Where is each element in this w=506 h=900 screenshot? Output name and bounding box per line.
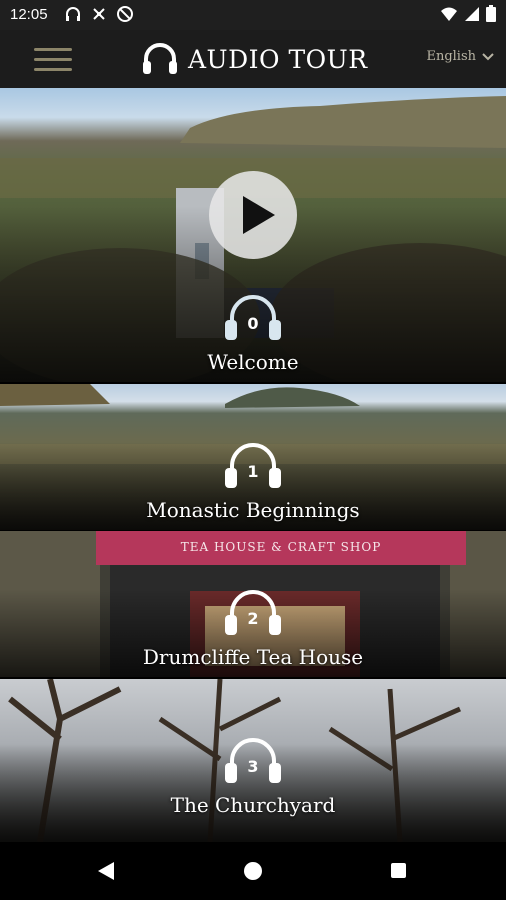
stop-title: The Churchyard xyxy=(170,793,336,817)
stop-title: Welcome xyxy=(207,350,299,374)
wifi-icon xyxy=(441,7,457,21)
tour-stop-0[interactable]: 0 Welcome xyxy=(0,88,506,382)
language-selector[interactable]: English xyxy=(426,49,494,64)
dnd-status-icon xyxy=(117,6,133,22)
stop-title: Monastic Beginnings xyxy=(146,498,360,522)
chevron-down-icon xyxy=(482,52,494,60)
status-bar: 12:05 xyxy=(0,0,506,30)
headphones-icon xyxy=(143,43,177,74)
stop-number: 2 xyxy=(247,609,259,628)
stop-number: 0 xyxy=(247,314,259,333)
menu-button[interactable] xyxy=(34,46,72,74)
stop-badge: 2 xyxy=(221,587,285,639)
stop-badge: 1 xyxy=(221,440,285,492)
play-button[interactable] xyxy=(209,171,297,259)
stop-number: 1 xyxy=(247,462,259,481)
back-icon[interactable] xyxy=(98,862,114,880)
stop-badge: 0 xyxy=(221,292,285,344)
headset-status-icon xyxy=(66,7,80,21)
stop-number: 3 xyxy=(247,757,259,776)
recents-icon[interactable] xyxy=(391,863,406,878)
play-icon xyxy=(243,196,275,234)
signal-icon xyxy=(465,6,479,21)
tour-stop-1[interactable]: 1 Monastic Beginnings xyxy=(0,384,506,530)
app-header: AUDIO TOUR English xyxy=(0,30,506,88)
language-label: English xyxy=(426,49,476,64)
battery-icon xyxy=(486,5,496,22)
sync-status-icon xyxy=(93,8,105,20)
system-nav-bar xyxy=(0,842,506,900)
sign-subtext: TEA HOUSE & CRAFT SHOP xyxy=(180,540,382,554)
tour-stop-3[interactable]: 3 The Churchyard xyxy=(0,679,506,842)
page-title: AUDIO TOUR xyxy=(188,44,368,74)
status-time: 12:05 xyxy=(10,6,48,23)
stop-title: Drumcliffe Tea House xyxy=(142,645,364,669)
home-icon[interactable] xyxy=(244,862,262,880)
tour-stop-2[interactable]: TEA HOUSE & CRAFT SHOP 2 Drumcliffe Tea … xyxy=(0,531,506,677)
stop-badge: 3 xyxy=(221,735,285,787)
